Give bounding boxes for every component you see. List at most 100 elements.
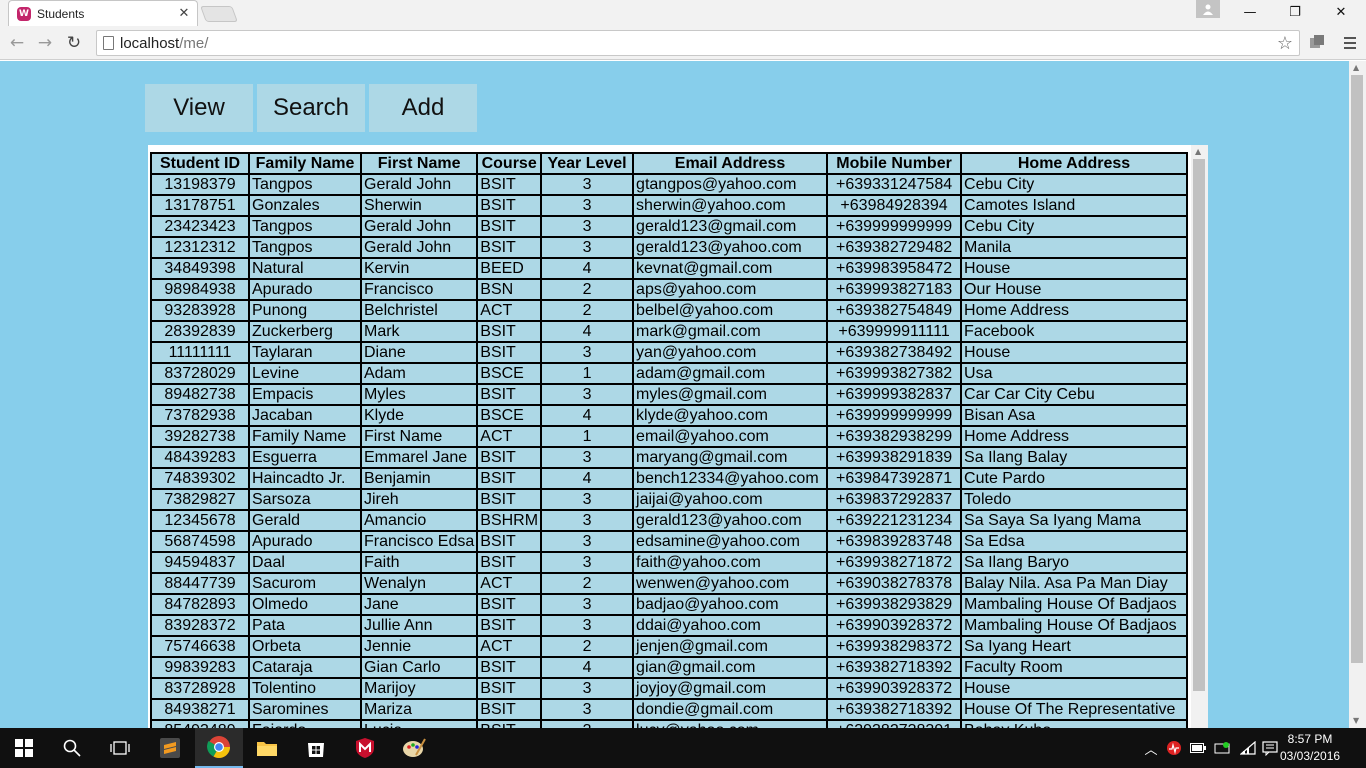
cell-email: ddai@yahoo.com <box>632 614 829 637</box>
cell-year-level: 2 <box>540 278 635 301</box>
cell-course: BSHRM <box>476 509 543 532</box>
close-tab-icon[interactable]: ✕ <box>175 6 193 21</box>
cell-family-name: Empacis <box>248 383 362 406</box>
cell-email: dondie@gmail.com <box>632 698 829 721</box>
forward-icon[interactable]: → <box>34 32 56 54</box>
view-button[interactable]: View <box>145 84 253 132</box>
cell-year-level: 2 <box>540 299 635 322</box>
cell-year-level: 1 <box>540 425 635 448</box>
cell-student-id: 83728029 <box>150 362 250 385</box>
cell-student-id: 89482738 <box>150 383 250 406</box>
add-button[interactable]: Add <box>369 84 477 132</box>
cell-course: ACT <box>476 299 543 322</box>
restore-icon[interactable]: ❐ <box>1272 0 1318 24</box>
paint-icon[interactable] <box>390 728 438 768</box>
page-scroll-up-icon[interactable]: ▲ <box>1353 63 1359 72</box>
windows-start-icon[interactable] <box>0 728 48 768</box>
device-tray-icon[interactable] <box>1212 738 1232 758</box>
mcafee-icon[interactable] <box>341 728 389 768</box>
new-tab-button[interactable] <box>200 6 238 22</box>
cell-family-name: Levine <box>248 362 362 385</box>
cell-student-id: 28392839 <box>150 320 250 343</box>
cell-email: joyjoy@gmail.com <box>632 677 829 700</box>
clock[interactable]: 8:57 PM 03/03/2016 <box>1280 731 1340 765</box>
sublime-text-icon[interactable] <box>146 728 194 768</box>
cell-year-level: 3 <box>540 194 635 217</box>
clock-time: 8:57 PM <box>1287 732 1333 746</box>
page-scrollbar[interactable]: ▲ ▼ <box>1349 61 1366 728</box>
cell-course: BSIT <box>476 593 543 616</box>
table-row: 12312312 Tangpos Gerald John BSIT 3 gerald123… <box>150 236 1189 259</box>
profile-icon[interactable] <box>1196 0 1220 18</box>
cell-first-name: Mark <box>359 320 479 343</box>
cell-home-address: Cute Pardo <box>960 467 1189 490</box>
show-hidden-icons-icon[interactable]: ︿ <box>1141 738 1161 758</box>
cell-year-level: 3 <box>540 530 635 553</box>
cell-year-level: 3 <box>540 719 635 728</box>
cell-student-id: 88447739 <box>150 572 250 595</box>
search-button[interactable]: Search <box>257 84 365 132</box>
battery-icon[interactable] <box>1188 738 1208 758</box>
cell-family-name: Sarsoza <box>248 488 362 511</box>
close-window-icon[interactable]: ✕ <box>1318 0 1364 24</box>
action-bar: View Search Add <box>145 84 477 132</box>
page-scroll-thumb[interactable] <box>1351 75 1363 663</box>
scroll-up-icon[interactable]: ▲ <box>1195 147 1201 156</box>
table-scroll-thumb[interactable] <box>1193 159 1205 691</box>
reload-icon[interactable]: ↻ <box>63 32 85 54</box>
header-home-address: Home Address <box>960 152 1189 175</box>
menu-icon[interactable] <box>1340 32 1360 54</box>
cell-mobile: +639382938299 <box>826 425 963 448</box>
table-row: 99839283 Cataraja Gian Carlo BSIT 4 gian@gmai… <box>150 656 1189 679</box>
cell-home-address: Cebu City <box>960 215 1189 238</box>
table-row: 34849398 Natural Kervin BEED 4 kevnat@gmail.c… <box>150 257 1189 280</box>
page-icon <box>103 36 114 50</box>
table-scrollbar[interactable]: ▲ <box>1191 145 1208 728</box>
cell-home-address: Cebu City <box>960 173 1189 196</box>
cell-home-address: Bahay Kubo <box>960 719 1189 728</box>
back-icon[interactable]: ← <box>6 32 28 54</box>
chrome-icon[interactable] <box>195 728 243 768</box>
cell-first-name: Marijoy <box>359 677 479 700</box>
antivirus-tray-icon[interactable] <box>1164 738 1184 758</box>
notification-icon[interactable] <box>1260 738 1280 758</box>
cell-email: email@yahoo.com <box>632 425 829 448</box>
file-explorer-icon[interactable] <box>243 728 291 768</box>
wifi-icon[interactable] <box>1238 738 1258 758</box>
header-year-level: Year Level <box>540 152 635 175</box>
bookmark-star-icon[interactable]: ☆ <box>1277 33 1293 54</box>
table-row: 84938271 Saromines Mariza BSIT 3 dondie@gmail… <box>150 698 1189 721</box>
cell-home-address: Manila <box>960 236 1189 259</box>
minimize-icon[interactable]: — <box>1227 0 1273 24</box>
cell-family-name: Pata <box>248 614 362 637</box>
cell-first-name: Lucia <box>359 719 479 728</box>
search-icon[interactable] <box>48 728 96 768</box>
table-row: 75746638 Orbeta Jennie ACT 2 jenjen@gmail.com… <box>150 635 1189 658</box>
browser-tab[interactable]: W Students ✕ <box>8 0 198 26</box>
table-row: 12345678 Gerald Amancio BSHRM 3 gerald123@yah… <box>150 509 1189 532</box>
table-row: 28392839 Zuckerberg Mark BSIT 4 mark@gmail.co… <box>150 320 1189 343</box>
cell-family-name: Haincadto Jr. <box>248 467 362 490</box>
cell-email: kevnat@gmail.com <box>632 257 829 280</box>
cell-family-name: Olmedo <box>248 593 362 616</box>
cell-year-level: 4 <box>540 467 635 490</box>
cell-student-id: 74839302 <box>150 467 250 490</box>
task-view-icon[interactable] <box>96 728 144 768</box>
students-table-container: Student ID Family Name First Name Course… <box>148 145 1208 728</box>
extension-icon[interactable] <box>1308 33 1326 51</box>
cell-mobile: +639847392871 <box>826 467 963 490</box>
table-row: 98984938 Apurado Francisco BSN 2 aps@yahoo.co… <box>150 278 1189 301</box>
cell-student-id: 85493489 <box>150 719 250 728</box>
cell-family-name: Family Name <box>248 425 362 448</box>
cell-course: BSIT <box>476 194 543 217</box>
cell-family-name: Taylaran <box>248 341 362 364</box>
cell-family-name: Esguerra <box>248 446 362 469</box>
store-icon[interactable] <box>292 728 340 768</box>
cell-student-id: 73782938 <box>150 404 250 427</box>
page-scroll-down-icon[interactable]: ▼ <box>1353 716 1359 725</box>
address-bar[interactable]: localhost/me/ ☆ <box>96 30 1300 56</box>
table-header-row: Student ID Family Name First Name Course… <box>150 152 1189 175</box>
table-row: 73782938 Jacaban Klyde BSCE 4 klyde@yahoo.com… <box>150 404 1189 427</box>
cell-student-id: 84938271 <box>150 698 250 721</box>
cell-mobile: +639999999999 <box>826 404 963 427</box>
